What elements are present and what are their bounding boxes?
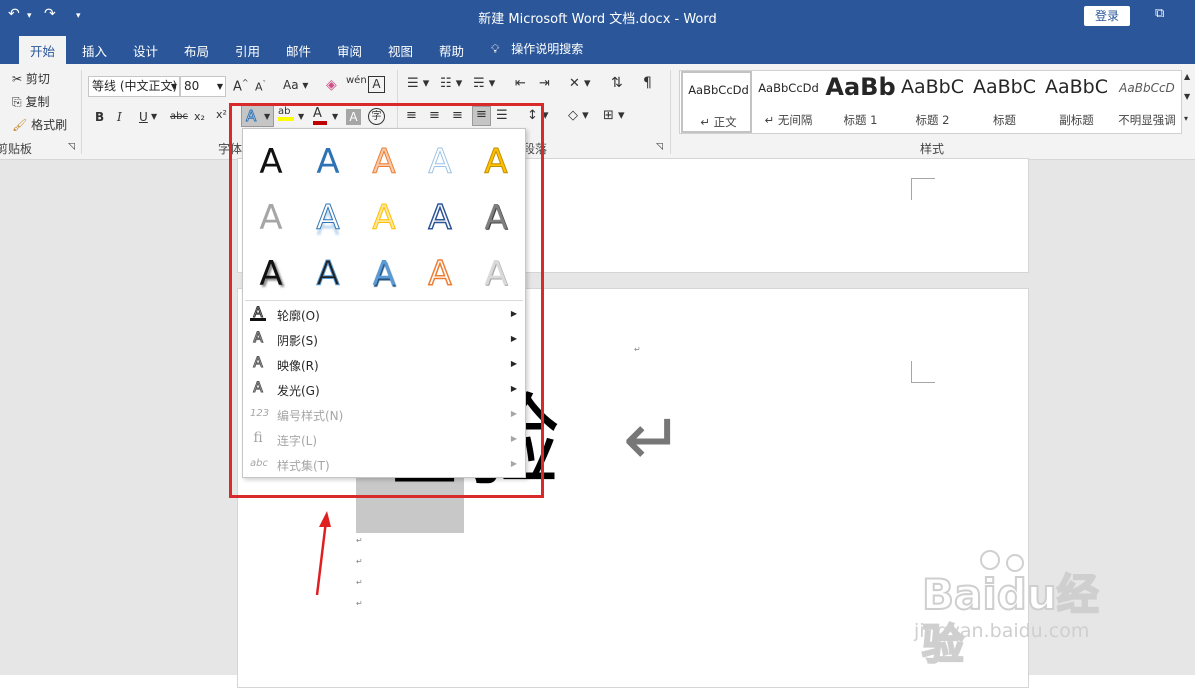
clipboard-group-label: 剪贴板	[0, 142, 33, 156]
grow-font-button[interactable]: A^	[233, 78, 249, 94]
shading-button[interactable]: ◇ ▾	[568, 108, 589, 123]
bold-button[interactable]: B	[95, 110, 104, 124]
styles-gallery: AaBbCcDd ↵ 正文 AaBbCcDd ↵ 无间隔 AaBb 标题 1 AaBb…	[679, 70, 1182, 134]
watermark-url: jingyan.baidu.com	[914, 620, 1090, 642]
copy-button[interactable]: ⎘ 复制	[12, 93, 49, 110]
italic-button[interactable]: I	[117, 110, 122, 124]
login-button[interactable]: 登录	[1084, 6, 1130, 26]
tab-references[interactable]: 引用	[235, 41, 260, 60]
paragraph-mark: ↵	[356, 599, 363, 608]
tell-me-search[interactable]: 💡︎ 操作说明搜索	[491, 40, 583, 57]
sort-button[interactable]: ⇅	[611, 75, 623, 91]
font-size-combo[interactable]: 80 ▼	[180, 76, 226, 97]
window-title: 新建 Microsoft Word 文档.docx - Word	[478, 12, 717, 27]
clear-formatting-icon[interactable]: ◈	[326, 77, 337, 93]
arrow-head	[319, 511, 331, 527]
ribbon: ✂ 剪切 ⎘ 复制 🖌︎ 格式刷 剪贴板 ◹ 等线 (中文正文) ▼ 80 ▼ A^…	[0, 64, 1195, 160]
tab-home[interactable]: 开始	[19, 36, 67, 64]
tab-review[interactable]: 审阅	[337, 41, 362, 60]
annotation-highlight-box	[229, 103, 544, 498]
tab-help[interactable]: 帮助	[439, 41, 464, 60]
show-marks-button[interactable]: ¶	[643, 75, 652, 91]
lightbulb-icon: 💡︎	[491, 42, 500, 56]
multilevel-list-button[interactable]: ☴ ▾	[473, 76, 495, 91]
clipboard-dialog-launcher-icon[interactable]: ◹	[68, 142, 75, 152]
numbering-button[interactable]: ☷ ▾	[440, 76, 462, 91]
styles-more-icon[interactable]: ▾	[1184, 114, 1188, 123]
underline-button[interactable]: U	[139, 110, 148, 124]
annotation-arrow	[315, 511, 331, 596]
strikethrough-button[interactable]: abc	[170, 111, 188, 122]
watermark: Baidu经验 jingyan.baidu.com	[914, 550, 1134, 670]
paragraph-mark: ↵	[634, 345, 641, 354]
tab-mailings[interactable]: 邮件	[286, 41, 311, 60]
increase-indent-button[interactable]: ⇥	[539, 76, 550, 91]
cut-button[interactable]: ✂ 剪切	[12, 70, 50, 87]
borders-button[interactable]: ⊞ ▾	[603, 108, 625, 123]
tab-insert[interactable]: 插入	[82, 41, 107, 60]
tab-layout[interactable]: 布局	[184, 41, 209, 60]
paw-logo-icon	[980, 550, 1000, 570]
style-heading-1[interactable]: AaBb 标题 1	[825, 71, 896, 133]
scissors-icon: ✂	[12, 72, 23, 86]
shrink-font-button[interactable]: Aˇ	[255, 80, 266, 94]
paragraph-dialog-launcher-icon[interactable]: ◹	[656, 142, 663, 152]
paintbrush-icon: 🖌︎	[12, 118, 28, 132]
paragraph-mark: ↵	[356, 578, 363, 587]
change-case-button[interactable]: Aa ▾	[283, 78, 308, 92]
paragraph-mark: ↵	[356, 536, 363, 545]
font-name-combo[interactable]: 等线 (中文正文) ▼	[88, 76, 180, 97]
phonetic-guide-icon[interactable]: wén	[346, 75, 367, 86]
character-border-icon[interactable]: A	[368, 76, 385, 93]
subscript-button[interactable]: x₂	[194, 110, 205, 123]
chevron-down-icon: ▼	[216, 82, 223, 91]
margin-corner-mark	[911, 178, 935, 200]
margin-corner-mark	[911, 361, 935, 383]
tab-view[interactable]: 视图	[388, 41, 413, 60]
ribbon-display-icon[interactable]: ⧉	[1155, 6, 1164, 21]
arrow-shaft	[315, 520, 328, 596]
chevron-down-icon: ▼	[170, 82, 177, 91]
bullets-button[interactable]: ☰ ▾	[407, 76, 429, 91]
styles-group-label: 样式	[920, 142, 945, 156]
style-title[interactable]: AaBbC 标题	[969, 71, 1040, 133]
paragraph-mark-large: ↵	[623, 397, 684, 481]
title-bar: ↶ ▾ ↷ ▾ 新建 Microsoft Word 文档.docx - Word…	[0, 0, 1195, 32]
format-painter-button[interactable]: 🖌︎ 格式刷	[12, 116, 67, 133]
asian-layout-button[interactable]: ✕ ▾	[569, 76, 591, 91]
style-heading-2[interactable]: AaBbC 标题 2	[897, 71, 968, 133]
style-subtitle[interactable]: AaBbC 副标题	[1041, 71, 1112, 133]
styles-scroll-up-icon[interactable]: ▲	[1184, 72, 1190, 81]
copy-icon: ⎘	[12, 95, 22, 109]
paragraph-mark: ↵	[356, 557, 363, 566]
style-subtle-emphasis[interactable]: AaBbCcD 不明显强调	[1113, 71, 1181, 133]
group-divider	[81, 70, 82, 154]
superscript-button[interactable]: x²	[216, 108, 227, 121]
styles-scroll-down-icon[interactable]: ▼	[1184, 92, 1190, 101]
decrease-indent-button[interactable]: ⇤	[515, 76, 526, 91]
ribbon-tabs: 开始 插入 设计 布局 引用 邮件 审阅 视图 帮助 💡︎ 操作说明搜索	[0, 32, 1195, 64]
style-normal[interactable]: AaBbCcDd ↵ 正文	[681, 71, 752, 133]
chevron-down-icon[interactable]: ▼	[151, 112, 157, 121]
group-divider	[670, 70, 671, 154]
tab-design[interactable]: 设计	[133, 41, 158, 60]
style-no-spacing[interactable]: AaBbCcDd ↵ 无间隔	[753, 71, 824, 133]
